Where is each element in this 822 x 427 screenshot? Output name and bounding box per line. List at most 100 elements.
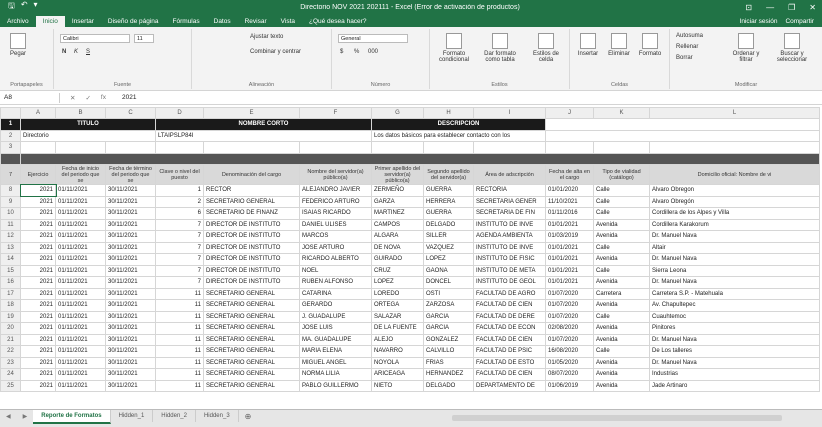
row-header[interactable]: 16 xyxy=(0,276,21,289)
column-header[interactable]: C xyxy=(105,107,156,119)
field-header-cell[interactable]: Fecha de alta en el cargo xyxy=(545,164,594,185)
data-cell[interactable]: Carretera S.P. - Matehuala xyxy=(649,287,820,300)
data-cell[interactable]: ISAIAS RICARDO xyxy=(299,207,372,220)
sort-filter-button[interactable]: Ordenar y filtrar xyxy=(726,33,766,63)
row-header[interactable]: 9 xyxy=(0,195,21,208)
data-cell[interactable]: RICARDO ALBERTO xyxy=(299,253,372,266)
row-header[interactable]: 1 xyxy=(0,118,21,131)
data-cell[interactable]: 7 xyxy=(155,241,204,254)
data-cell[interactable]: Avenida xyxy=(593,276,650,289)
row-header[interactable]: 12 xyxy=(0,230,21,243)
data-cell[interactable]: DONCEL xyxy=(423,276,474,289)
data-cell[interactable]: INSTITUTO DE GEOL xyxy=(473,276,546,289)
data-cell[interactable]: 2021 xyxy=(20,207,56,220)
data-cell[interactable]: SECRETARIO GENERAL xyxy=(203,322,300,335)
data-cell[interactable]: 2021 xyxy=(20,299,56,312)
data-cell[interactable]: 2021 xyxy=(20,356,56,369)
data-cell[interactable]: SECRETARIO GENERAL xyxy=(203,310,300,323)
empty-cell[interactable] xyxy=(371,141,424,154)
empty-cell[interactable] xyxy=(20,141,56,154)
field-header-cell[interactable]: Clave o nivel del puesto xyxy=(155,164,204,185)
column-header[interactable]: F xyxy=(299,107,372,119)
data-cell[interactable]: HERNANDEZ xyxy=(423,368,474,381)
data-cell[interactable]: ALEJANDRO JAVIER xyxy=(299,184,372,197)
data-cell[interactable]: SECRETARIO GENERAL xyxy=(203,368,300,381)
data-cell[interactable]: FACULTAD DE CIEN xyxy=(473,299,546,312)
data-cell[interactable]: 30/11/2021 xyxy=(105,287,156,300)
format-cells-button[interactable]: Formato xyxy=(636,33,664,57)
data-cell[interactable]: INSTITUTO DE INVE xyxy=(473,241,546,254)
data-cell[interactable]: 11/10/2021 xyxy=(545,195,594,208)
data-cell[interactable]: DIRECTOR DE INSTITUTO xyxy=(203,230,300,243)
data-cell[interactable]: INSTITUTO DE META xyxy=(473,264,546,277)
data-cell[interactable]: Calle xyxy=(593,310,650,323)
data-cell[interactable]: 01/01/2021 xyxy=(545,241,594,254)
data-cell[interactable]: 01/05/2020 xyxy=(545,356,594,369)
row-header[interactable]: 8 xyxy=(0,184,21,197)
number-format-combo[interactable]: General xyxy=(338,34,408,43)
data-cell[interactable]: GUERRA xyxy=(423,207,474,220)
data-cell[interactable]: 2021 xyxy=(20,276,56,289)
data-cell[interactable]: ZARZOSA xyxy=(423,299,474,312)
field-header-cell[interactable]: Ejercicio xyxy=(20,164,56,185)
data-cell[interactable]: DIRECTOR DE INSTITUTO xyxy=(203,241,300,254)
data-cell[interactable]: GUERRA xyxy=(423,184,474,197)
data-cell[interactable]: FEDERICO ARTURO xyxy=(299,195,372,208)
data-cell[interactable]: SALAZAR xyxy=(371,310,424,323)
ribbon-display-options-icon[interactable]: ⊡ xyxy=(745,3,752,12)
sheet-tab-hidden-3[interactable]: Hidden_3 xyxy=(196,410,239,422)
data-cell[interactable]: Avenida xyxy=(593,379,650,392)
info-code-cell[interactable]: LTAIPSLP84I xyxy=(155,129,372,142)
bold-button[interactable]: N xyxy=(62,49,66,55)
column-header[interactable]: G xyxy=(371,107,424,119)
italic-button[interactable]: K xyxy=(74,49,78,55)
tab-formulas[interactable]: Fórmulas xyxy=(166,16,207,27)
row-header[interactable]: 24 xyxy=(0,368,21,381)
data-cell[interactable]: SECRETARIA GENER xyxy=(473,195,546,208)
data-cell[interactable]: Avenida xyxy=(593,356,650,369)
undo-icon[interactable]: ↶ xyxy=(21,0,28,14)
data-cell[interactable]: RUBEN ALFONSO xyxy=(299,276,372,289)
data-cell[interactable]: 01/01/2021 xyxy=(545,218,594,231)
data-cell[interactable]: SECRETARIO GENERAL xyxy=(203,379,300,392)
column-header[interactable]: J xyxy=(545,107,594,119)
data-cell[interactable]: 30/11/2021 xyxy=(105,379,156,392)
data-cell[interactable]: Jade Artinaro xyxy=(649,379,820,392)
data-cell[interactable]: 30/11/2021 xyxy=(105,276,156,289)
field-header-cell[interactable]: Fecha de término del periodo que se xyxy=(105,164,156,185)
empty-cell[interactable] xyxy=(299,141,372,154)
data-cell[interactable]: 11 xyxy=(155,299,204,312)
data-cell[interactable]: De Los talleres xyxy=(649,345,820,358)
row-header[interactable]: 3 xyxy=(0,141,21,154)
data-cell[interactable]: LOPEZ xyxy=(423,253,474,266)
column-header[interactable]: I xyxy=(473,107,546,119)
data-cell[interactable]: 2021 xyxy=(20,195,56,208)
data-cell[interactable]: 01/11/2021 xyxy=(55,264,106,277)
data-cell[interactable]: ALGARA xyxy=(371,230,424,243)
field-header-cell[interactable]: Segundo apellido del servidor(a) xyxy=(423,164,474,185)
tab-datos[interactable]: Datos xyxy=(207,16,238,27)
data-cell[interactable]: SECRETARIO GENERAL xyxy=(203,345,300,358)
tab-revisar[interactable]: Revisar xyxy=(238,16,274,27)
autosum-button[interactable]: Autosuma xyxy=(676,33,703,39)
data-cell[interactable]: LOPEZ xyxy=(371,276,424,289)
insert-function-icon[interactable]: fx xyxy=(101,94,106,102)
data-cell[interactable]: 30/11/2021 xyxy=(105,195,156,208)
data-cell[interactable]: GARCIA xyxy=(423,322,474,335)
fill-button[interactable]: Rellenar xyxy=(676,44,698,50)
cancel-icon[interactable]: ✕ xyxy=(70,94,75,102)
data-cell[interactable]: 11 xyxy=(155,322,204,335)
data-cell[interactable]: NORMA LILIA xyxy=(299,368,372,381)
data-cell[interactable]: 7 xyxy=(155,230,204,243)
data-cell[interactable]: MIGUEL ANGEL xyxy=(299,356,372,369)
data-cell[interactable]: 30/11/2021 xyxy=(105,253,156,266)
data-cell[interactable]: 01/11/2021 xyxy=(55,253,106,266)
data-cell[interactable]: Avenida xyxy=(593,253,650,266)
horizontal-scrollbar[interactable] xyxy=(452,415,782,421)
data-cell[interactable]: SECRETARIO GENERAL xyxy=(203,356,300,369)
data-cell[interactable]: Av. Chapultepec xyxy=(649,299,820,312)
data-cell[interactable]: 11 xyxy=(155,287,204,300)
insert-cells-button[interactable]: Insertar xyxy=(574,33,602,57)
data-cell[interactable]: HERRERA xyxy=(423,195,474,208)
data-cell[interactable]: 7 xyxy=(155,253,204,266)
